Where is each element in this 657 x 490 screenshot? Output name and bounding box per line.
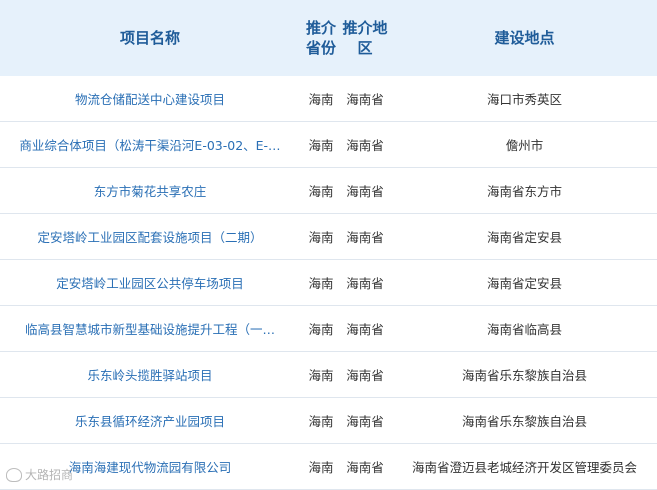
watermark-logo-icon bbox=[6, 467, 22, 482]
region-cell: 海南省 bbox=[346, 92, 384, 107]
table-row: 乐东岭头揽胜驿站项目 海南 海南省 海南省乐东黎族自治县 bbox=[0, 352, 657, 398]
table-header: 项目名称 推介省份 推介地区 建设地点 bbox=[0, 0, 657, 76]
site-cell: 海南省临高县 bbox=[486, 322, 562, 337]
table-row: 物流仓储配送中心建设项目 海南 海南省 海口市秀英区 bbox=[0, 76, 657, 122]
region-cell: 海南省 bbox=[346, 138, 384, 153]
table-row: 临高县智慧城市新型基础设施提升工程（一… 海南 海南省 海南省临高县 bbox=[0, 306, 657, 352]
site-cell: 海南省乐东黎族自治县 bbox=[461, 368, 587, 383]
header-site: 建设地点 bbox=[494, 29, 555, 47]
province-cell: 海南 bbox=[308, 322, 334, 337]
site-cell: 海南省澄迈县老城经济开发区管理委员会 bbox=[411, 460, 637, 475]
site-cell: 海南省定安县 bbox=[486, 230, 562, 245]
region-cell: 海南省 bbox=[346, 322, 384, 337]
site-cell: 海南省东方市 bbox=[486, 184, 562, 199]
header-region: 推介地区 bbox=[342, 19, 388, 57]
project-table: 项目名称 推介省份 推介地区 建设地点 物流仓储配送中心建设项目 海南 海南省 … bbox=[0, 0, 657, 490]
project-name-link[interactable]: 乐东县循环经济产业园项目 bbox=[0, 411, 300, 430]
project-name-link[interactable]: 定安塔岭工业园区公共停车场项目 bbox=[0, 273, 300, 292]
header-project-name: 项目名称 bbox=[119, 29, 180, 47]
province-cell: 海南 bbox=[308, 414, 334, 429]
site-cell: 海南省定安县 bbox=[486, 276, 562, 291]
province-cell: 海南 bbox=[308, 184, 334, 199]
site-cell: 海南省乐东黎族自治县 bbox=[461, 414, 587, 429]
project-name-link[interactable]: 物流仓储配送中心建设项目 bbox=[0, 89, 300, 108]
table-row: 定安塔岭工业园区配套设施项目（二期） 海南 海南省 海南省定安县 bbox=[0, 214, 657, 260]
region-cell: 海南省 bbox=[346, 276, 384, 291]
region-cell: 海南省 bbox=[346, 230, 384, 245]
table-row: 定安塔岭工业园区公共停车场项目 海南 海南省 海南省定安县 bbox=[0, 260, 657, 306]
table-row: 海南海建现代物流园有限公司 海南 海南省 海南省澄迈县老城经济开发区管理委员会 bbox=[0, 444, 657, 490]
province-cell: 海南 bbox=[308, 230, 334, 245]
site-cell: 儋州市 bbox=[505, 138, 544, 153]
table-row: 商业综合体项目（松涛干渠沿河E-03-02、E-… 海南 海南省 儋州市 bbox=[0, 122, 657, 168]
project-name-link[interactable]: 商业综合体项目（松涛干渠沿河E-03-02、E-… bbox=[0, 135, 300, 154]
province-cell: 海南 bbox=[308, 92, 334, 107]
region-cell: 海南省 bbox=[346, 460, 384, 475]
project-name-link[interactable]: 定安塔岭工业园区配套设施项目（二期） bbox=[0, 227, 300, 246]
region-cell: 海南省 bbox=[346, 368, 384, 383]
watermark: 大路招商 bbox=[6, 466, 73, 483]
project-name-link[interactable]: 乐东岭头揽胜驿站项目 bbox=[0, 365, 300, 384]
table-row: 乐东县循环经济产业园项目 海南 海南省 海南省乐东黎族自治县 bbox=[0, 398, 657, 444]
province-cell: 海南 bbox=[308, 138, 334, 153]
site-cell: 海口市秀英区 bbox=[486, 92, 562, 107]
watermark-text: 大路招商 bbox=[25, 468, 74, 482]
region-cell: 海南省 bbox=[346, 414, 384, 429]
project-name-link[interactable]: 东方市菊花共享农庄 bbox=[0, 181, 300, 200]
header-province: 推介省份 bbox=[305, 19, 336, 57]
province-cell: 海南 bbox=[308, 368, 334, 383]
table-row: 东方市菊花共享农庄 海南 海南省 海南省东方市 bbox=[0, 168, 657, 214]
province-cell: 海南 bbox=[308, 460, 334, 475]
province-cell: 海南 bbox=[308, 276, 334, 291]
project-name-link[interactable]: 临高县智慧城市新型基础设施提升工程（一… bbox=[0, 319, 300, 338]
region-cell: 海南省 bbox=[346, 184, 384, 199]
